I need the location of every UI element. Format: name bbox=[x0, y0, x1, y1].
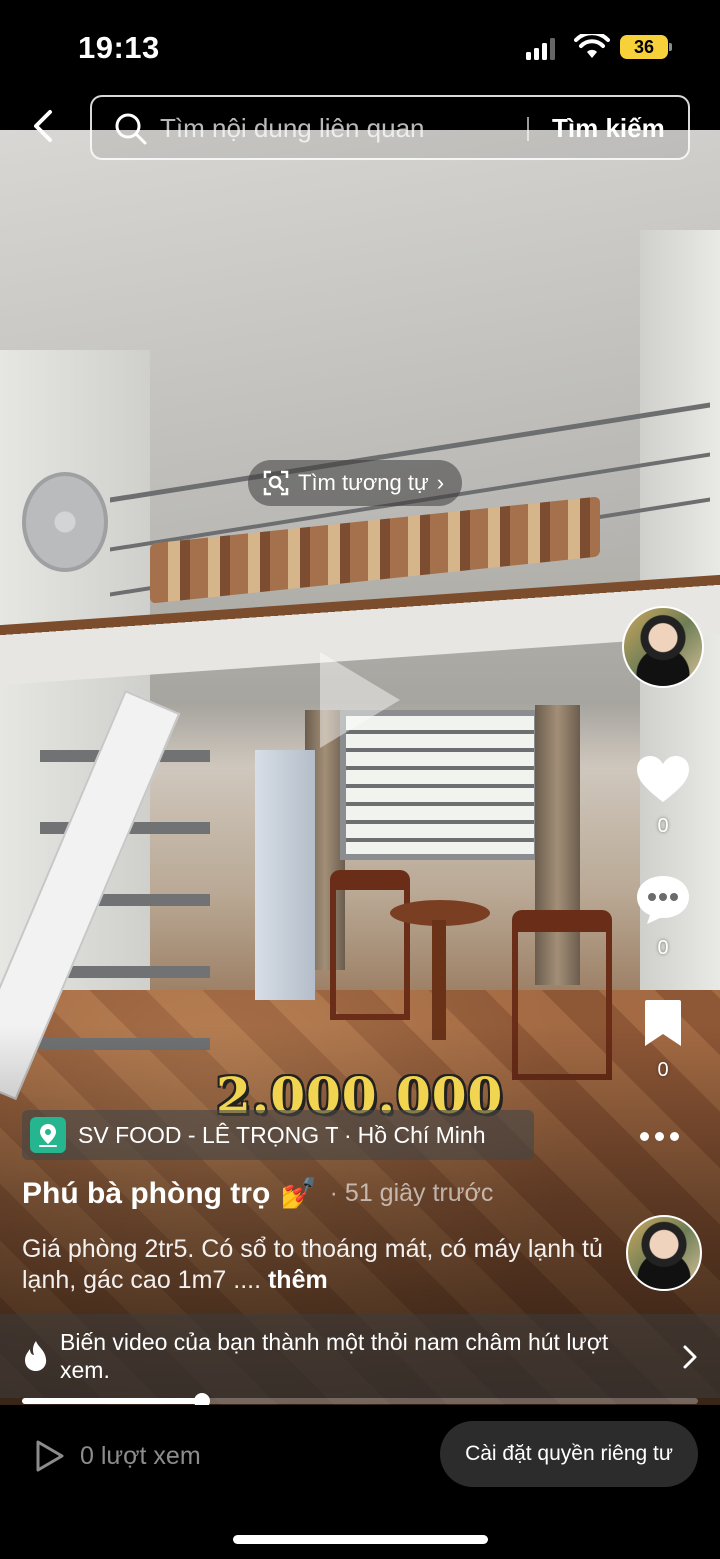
post-title-row: Phú bà phòng trọ 💅 · 51 giây trước bbox=[22, 1176, 493, 1211]
back-icon[interactable] bbox=[22, 104, 66, 148]
comment-button[interactable]: 0 bbox=[632, 874, 694, 960]
search-bar[interactable]: Tìm nội dung liên quan Tìm kiếm bbox=[90, 95, 690, 160]
progress-fill bbox=[22, 1398, 203, 1404]
comment-count: 0 bbox=[657, 937, 669, 959]
play-icon[interactable] bbox=[320, 652, 400, 748]
more-icon[interactable] bbox=[640, 1132, 679, 1141]
video-scene-chair bbox=[330, 870, 410, 1020]
post-description[interactable]: Giá phòng 2tr5. Có sổ to thoáng mát, có … bbox=[22, 1234, 612, 1296]
location-tag[interactable]: SV FOOD - LÊ TRỌNG T... · Hồ Chí Minh bbox=[22, 1110, 534, 1160]
video-scene-table-leg bbox=[432, 920, 446, 1040]
chevron-right-icon bbox=[683, 1345, 697, 1369]
music-avatar[interactable] bbox=[626, 1215, 702, 1291]
author-avatar[interactable] bbox=[622, 606, 704, 688]
like-count: 0 bbox=[657, 815, 669, 837]
location-city: Hồ Chí Minh bbox=[357, 1121, 486, 1148]
save-count: 0 bbox=[657, 1059, 669, 1081]
search-divider bbox=[527, 117, 529, 141]
location-separator: · bbox=[344, 1121, 352, 1148]
nail-polish-emoji: 💅 bbox=[280, 1177, 318, 1210]
video-progress-bar[interactable] bbox=[22, 1393, 698, 1409]
search-icon bbox=[115, 113, 147, 145]
comment-icon bbox=[637, 876, 689, 924]
wifi-icon bbox=[574, 34, 610, 58]
video-player[interactable] bbox=[0, 130, 720, 1405]
post-title: Phú bà phòng trọ bbox=[22, 1176, 271, 1210]
video-scene-fridge bbox=[255, 750, 315, 1000]
status-time: 19:13 bbox=[78, 30, 160, 65]
save-button[interactable]: 0 bbox=[632, 998, 694, 1082]
see-more-link[interactable]: thêm bbox=[268, 1266, 328, 1294]
promote-text: Biến video của bạn thành một thỏi nam ch… bbox=[60, 1329, 609, 1383]
like-button[interactable]: 0 bbox=[632, 754, 694, 838]
view-count: 0 lượt xem bbox=[34, 1439, 201, 1473]
cellular-signal-icon bbox=[526, 38, 555, 60]
status-bar: 19:13 36 bbox=[0, 0, 720, 90]
video-scene-fan bbox=[22, 472, 108, 572]
flame-icon bbox=[25, 1341, 47, 1371]
find-similar-button[interactable]: Tìm tương tự › bbox=[248, 460, 463, 506]
privacy-settings-button[interactable]: Cài đặt quyền riêng tư bbox=[440, 1421, 698, 1487]
location-name: SV FOOD - LÊ TRỌNG T... bbox=[78, 1121, 338, 1148]
battery-tip bbox=[669, 43, 672, 51]
play-icon bbox=[36, 1440, 64, 1472]
heart-icon bbox=[637, 756, 689, 802]
pin-icon bbox=[30, 1117, 66, 1153]
find-similar-label: Tìm tương tự bbox=[298, 470, 429, 495]
search-button[interactable]: Tìm kiếm bbox=[552, 113, 665, 144]
battery-icon: 36 bbox=[620, 35, 668, 59]
chevron-right-icon: › bbox=[436, 470, 445, 495]
search-input[interactable]: Tìm nội dung liên quan bbox=[160, 113, 425, 144]
promote-banner[interactable]: Biến video của bạn thành một thỏi nam ch… bbox=[0, 1314, 720, 1398]
bookmark-icon bbox=[645, 1000, 681, 1046]
bottom-bar: 0 lượt xem Cài đặt quyền riêng tư bbox=[0, 1405, 720, 1559]
view-count-label: 0 lượt xem bbox=[80, 1441, 201, 1470]
post-timestamp: · 51 giây trước bbox=[329, 1179, 494, 1207]
scan-icon bbox=[263, 470, 289, 496]
home-indicator[interactable] bbox=[233, 1535, 488, 1544]
